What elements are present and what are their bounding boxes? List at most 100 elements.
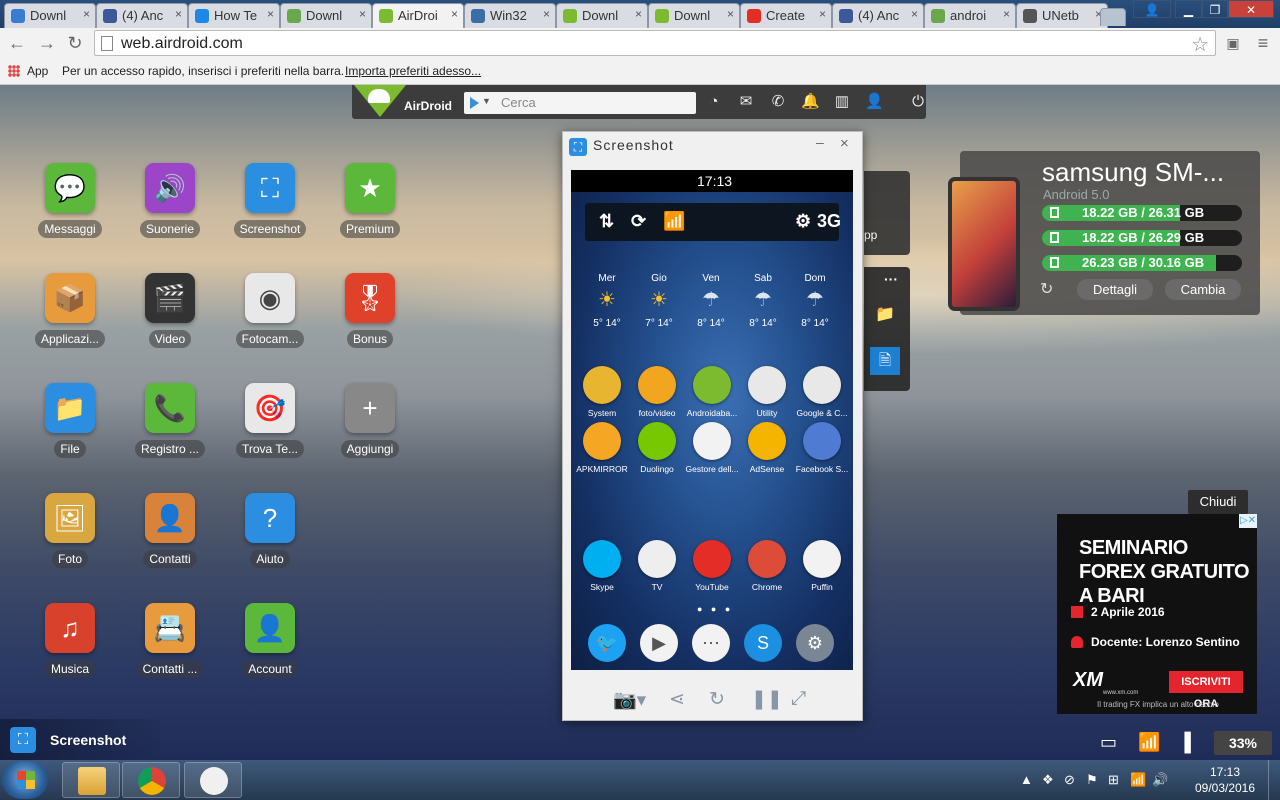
phone-icon[interactable]: ✆ <box>769 93 787 111</box>
tab-close-icon[interactable]: × <box>451 7 458 21</box>
phone-app-adsense[interactable]: AdSense <box>739 422 795 474</box>
browser-tab[interactable]: Downl × <box>556 3 648 28</box>
app-side-panel[interactable]: pp <box>864 171 910 255</box>
screen-mirror-icon[interactable]: ▭ <box>1100 732 1117 753</box>
phone-app-skype[interactable]: Skype <box>574 540 630 592</box>
messages-icon[interactable]: ✉ <box>737 93 755 111</box>
phone-app-gestore-dell[interactable]: Gestore dell... <box>684 422 740 474</box>
app-applicazi[interactable]: 📦 Applicazi... <box>25 273 115 373</box>
browser-tab[interactable]: AirDroi × <box>372 3 464 28</box>
phone-app-facebook-s[interactable]: Facebook S... <box>794 422 850 474</box>
tab-close-icon[interactable]: × <box>1003 7 1010 21</box>
phone-app-androidaba[interactable]: Androidaba... <box>684 366 740 418</box>
power-icon[interactable]: ⏻ <box>909 93 927 111</box>
close-ad-button[interactable]: Chiudi <box>1188 490 1248 514</box>
quick-toggle-icon[interactable]: ⚙ <box>795 211 811 232</box>
browser-tab[interactable]: (4) Anc × <box>832 3 924 28</box>
browser-tab[interactable]: Downl × <box>4 3 96 28</box>
fullscreen-icon[interactable]: ⤢ <box>791 688 806 710</box>
tab-close-icon[interactable]: × <box>543 7 550 21</box>
tab-close-icon[interactable]: × <box>175 7 182 21</box>
rotate-icon[interactable]: ↻ <box>709 688 725 711</box>
refresh-icon[interactable]: ↻ <box>1040 279 1053 299</box>
app-drawer-icon[interactable]: ⋯ <box>692 624 730 662</box>
dropbox-icon[interactable]: ❖ <box>1042 772 1054 788</box>
app-contatti[interactable]: 📇 Contatti ... <box>125 603 215 703</box>
volume-icon[interactable]: 🔊 <box>1152 772 1168 788</box>
app-file[interactable]: 📁 File <box>25 383 115 483</box>
quick-toggle-icon[interactable]: ⇅ <box>599 211 614 232</box>
phone-app-google-c[interactable]: Google & C... <box>794 366 850 418</box>
phone-app-puffin[interactable]: Puffin <box>794 540 850 592</box>
app-premium[interactable]: ★ Premium <box>325 163 415 263</box>
quick-toggle-icon[interactable]: 3G <box>817 211 841 232</box>
camera-dropdown-icon[interactable]: 📷▾ <box>613 688 646 712</box>
close-button[interactable]: × <box>840 135 849 152</box>
twitter-icon[interactable]: 🐦 <box>588 624 626 662</box>
change-device-button[interactable]: Cambia <box>1165 279 1241 300</box>
taskbar-explorer[interactable] <box>62 762 120 798</box>
browser-tab[interactable]: How Te × <box>188 3 280 28</box>
extension-icon[interactable]: ▣ <box>1222 32 1244 54</box>
app-contatti[interactable]: 👤 Contatti <box>125 493 215 593</box>
share-icon[interactable]: ⋖ <box>669 688 685 711</box>
browser-tab[interactable]: Create × <box>740 3 832 28</box>
tab-close-icon[interactable]: × <box>267 7 274 21</box>
back-button[interactable]: ← <box>6 32 28 54</box>
app-messaggi[interactable]: 💬 Messaggi <box>25 163 115 263</box>
app-aiuto[interactable]: ? Aiuto <box>225 493 315 593</box>
action-center-flag-icon[interactable]: ⚑ <box>1086 772 1098 788</box>
tab-close-icon[interactable]: × <box>83 7 90 21</box>
address-bar[interactable]: web.airdroid.com ☆ <box>94 30 1216 56</box>
search-input[interactable]: ▼ Cerca <box>464 92 696 114</box>
quick-toggle-icon[interactable]: ⟳ <box>631 211 646 232</box>
app-account[interactable]: 👤 Account <box>225 603 315 703</box>
app-screenshot[interactable]: ⛶ Screenshot <box>225 163 315 263</box>
browser-tab[interactable]: Win32 × <box>464 3 556 28</box>
tab-close-icon[interactable]: × <box>911 7 918 21</box>
adchoices-icon[interactable]: ▷✕ <box>1239 514 1257 528</box>
settings-icon[interactable]: ⚙ <box>796 624 834 662</box>
dashboard-icon[interactable]: ◔ <box>705 93 723 111</box>
taskbar-chrome[interactable] <box>122 762 180 798</box>
apps-grid-icon[interactable] <box>8 65 20 77</box>
tab-close-icon[interactable]: × <box>359 7 366 21</box>
phone-app-youtube[interactable]: YouTube <box>684 540 740 592</box>
ad-cta-button[interactable]: ISCRIVITI ORA <box>1169 671 1243 710</box>
maximize-window-button[interactable]: ❐ <box>1202 0 1228 18</box>
import-bookmarks-link[interactable]: Importa preferiti adesso... <box>345 64 481 78</box>
app-suonerie[interactable]: 🔊 Suonerie <box>125 163 215 263</box>
browser-tab[interactable]: Downl × <box>648 3 740 28</box>
new-tab-button[interactable] <box>1100 8 1126 26</box>
phone-app-duolingo[interactable]: Duolingo <box>629 422 685 474</box>
quick-toggle-icon[interactable]: 📶 <box>663 211 685 232</box>
show-desktop-button[interactable] <box>1268 760 1280 800</box>
app-aggiungi[interactable]: + Aggiungi <box>325 383 415 483</box>
network-icon[interactable]: ⊞ <box>1108 772 1119 788</box>
phone-app-utility[interactable]: Utility <box>739 366 795 418</box>
app-bonus[interactable]: 🎖 Bonus <box>325 273 415 373</box>
phone-app-chrome[interactable]: Chrome <box>739 540 795 592</box>
tab-close-icon[interactable]: × <box>819 7 826 21</box>
minimize-window-button[interactable]: ▁ <box>1175 0 1202 18</box>
phone-app-foto-video[interactable]: foto/video <box>629 366 685 418</box>
chevron-down-icon[interactable]: ▼ <box>482 96 491 106</box>
folder-icon[interactable]: 📁 <box>870 301 900 329</box>
user-profile-button[interactable]: 👤 <box>1133 0 1171 18</box>
close-window-button[interactable]: ✕ <box>1228 0 1274 18</box>
signal-icon[interactable]: 📶 <box>1130 772 1146 788</box>
clock[interactable]: 17:13 09/03/2016 <box>1190 764 1260 796</box>
play-store-icon[interactable]: ▶ <box>640 624 678 662</box>
browser-tab[interactable]: UNetb × <box>1016 3 1108 28</box>
advertisement[interactable]: ▷✕ SEMINARIO FOREX GRATUITO A BARI 2 Apr… <box>1057 514 1257 714</box>
document-icon[interactable]: 🗎 <box>870 347 900 375</box>
forward-button[interactable]: → <box>36 32 58 54</box>
app-registro[interactable]: 📞 Registro ... <box>125 383 215 483</box>
taskbar-paint[interactable] <box>184 762 242 798</box>
app-fotocam[interactable]: ◉ Fotocam... <box>225 273 315 373</box>
app-trova-te[interactable]: 🎯 Trova Te... <box>225 383 315 483</box>
browser-tab[interactable]: (4) Anc × <box>96 3 188 28</box>
show-hidden-icons-icon[interactable]: ▲ <box>1020 772 1033 787</box>
phone-app-tv[interactable]: TV <box>629 540 685 592</box>
phone-app-apkmirror[interactable]: APKMIRROR <box>574 422 630 474</box>
